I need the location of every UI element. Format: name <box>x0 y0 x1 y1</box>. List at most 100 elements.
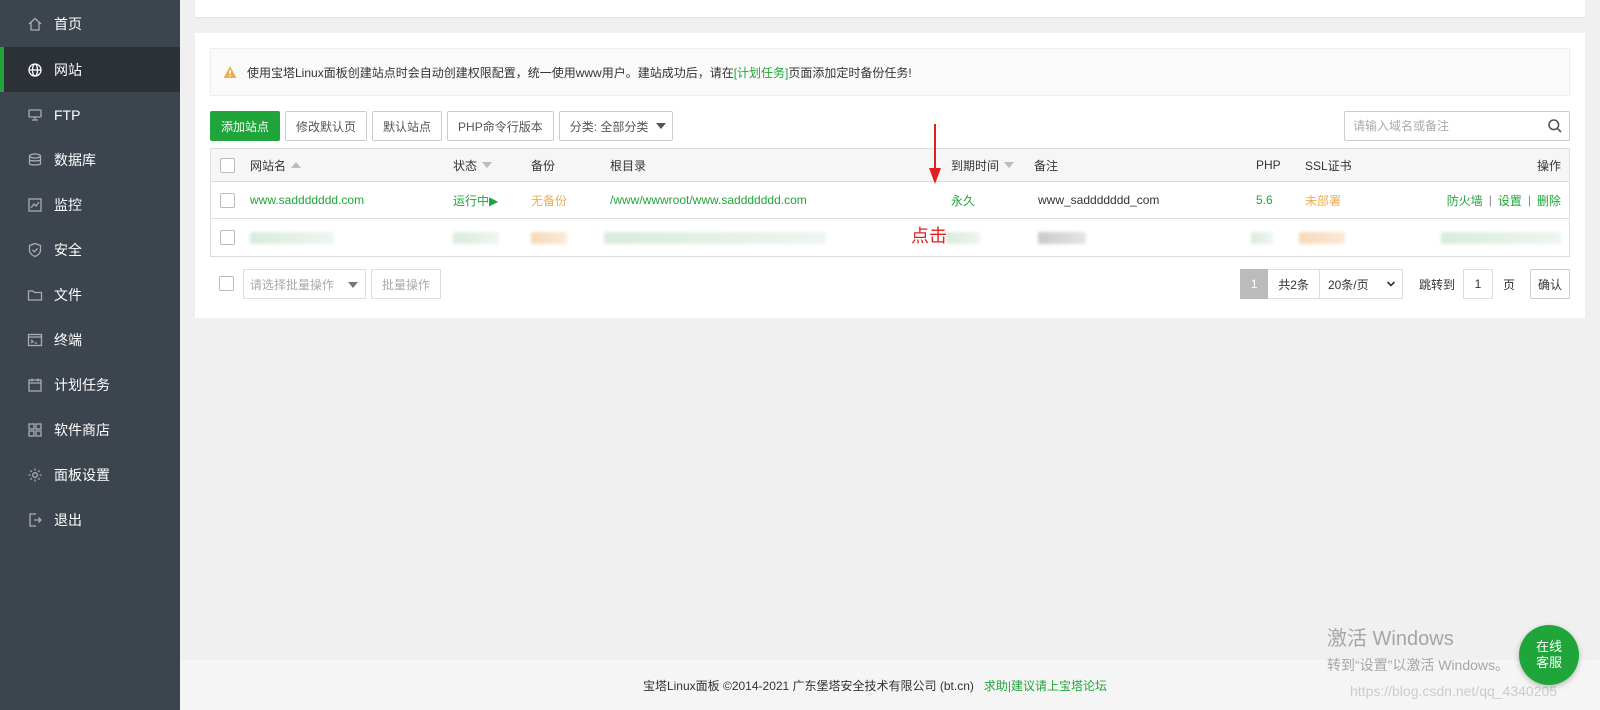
sidebar-item-ftp[interactable]: FTP <box>0 92 180 137</box>
sidebar-item-settings[interactable]: 面板设置 <box>0 452 180 497</box>
edit-default-page-button[interactable]: 修改默认页 <box>285 111 368 141</box>
search-input[interactable] <box>1345 113 1541 139</box>
root-dir-link[interactable]: /www/wwwroot/www.saddddddd.com <box>610 182 807 218</box>
table-row-blurred <box>211 219 1569 256</box>
sidebar-item-label: 计划任务 <box>54 376 110 393</box>
logout-icon <box>27 512 43 528</box>
ssl-link[interactable]: 未部署 <box>1305 182 1341 218</box>
sidebar-item-files[interactable]: 文件 <box>0 272 180 317</box>
info-alert: 使用宝塔Linux面板创建站点时会自动创建权限配置，统一使用www用户。建站成功… <box>210 48 1570 96</box>
annotation-arrow-icon <box>929 124 941 184</box>
service-line1: 在线 <box>1535 639 1562 654</box>
sidebar-item-logout[interactable]: 退出 <box>0 497 180 542</box>
forum-link[interactable]: 求助|建议请上宝塔论坛 <box>984 677 1107 694</box>
online-service-button[interactable]: 在线 客服 <box>1519 625 1579 685</box>
sidebar-item-label: 数据库 <box>54 151 96 168</box>
home-icon <box>27 16 43 32</box>
header-site-name[interactable]: 网站名 <box>250 149 302 181</box>
per-page-select[interactable]: 20条/页 <box>1319 269 1403 299</box>
settings-link[interactable]: 设置 <box>1498 192 1522 209</box>
header-status[interactable]: 状态 <box>453 149 493 181</box>
sidebar-item-terminal[interactable]: 终端 <box>0 317 180 362</box>
confirm-jump-button[interactable]: 确认 <box>1529 269 1570 299</box>
search-icon[interactable] <box>1541 112 1569 140</box>
monitor-icon <box>27 197 43 213</box>
windows-activation-watermark: 激活 Windows 转到“设置”以激活 Windows。 <box>1327 622 1509 675</box>
category-select[interactable]: 分类: 全部分类 <box>558 111 674 141</box>
sidebar-item-monitor[interactable]: 监控 <box>0 182 180 227</box>
gear-icon <box>27 467 43 483</box>
page-unit-label: 页 <box>1502 277 1515 292</box>
delete-link[interactable]: 删除 <box>1537 192 1561 209</box>
backup-link[interactable]: 无备份 <box>531 182 567 218</box>
watermark-line2: 转到“设置”以激活 Windows。 <box>1327 657 1510 673</box>
batch-operation-button[interactable]: 批量操作 <box>371 269 442 299</box>
sidebar-item-store[interactable]: 软件商店 <box>0 407 180 452</box>
sidebar: 首页 网站 FTP 数据库 监控 安全 文件 终端 计划任务 软件商店 面板设置… <box>0 0 180 710</box>
blurred-ops <box>1441 231 1561 244</box>
shield-icon <box>27 242 43 258</box>
sidebar-item-security[interactable]: 安全 <box>0 227 180 272</box>
row-checkbox[interactable] <box>220 230 235 245</box>
jump-page-input[interactable]: 1 <box>1462 269 1493 299</box>
sidebar-item-label: 网站 <box>54 61 82 78</box>
caret-down-icon <box>656 123 667 129</box>
current-page[interactable]: 1 <box>1240 269 1269 299</box>
globe-icon <box>27 62 43 78</box>
sidebar-item-label: 面板设置 <box>54 466 110 483</box>
sidebar-item-label: 退出 <box>54 511 82 528</box>
header-site-name-label: 网站名 <box>250 158 287 173</box>
php-version-link[interactable]: 5.6 <box>1256 182 1273 218</box>
header-expire[interactable]: 到期时间 <box>951 149 1015 181</box>
bottom-bar: 请选择批量操作 批量操作 1 共2条 20条/页 跳转到 1 页 确认 <box>210 269 1570 299</box>
folder-icon <box>27 287 43 303</box>
default-site-button[interactable]: 默认站点 <box>372 111 443 141</box>
select-all-checkbox[interactable] <box>220 157 235 173</box>
header-expire-label: 到期时间 <box>951 158 1000 173</box>
row-checkbox[interactable] <box>220 192 235 208</box>
sidebar-item-label: 首页 <box>54 15 82 32</box>
php-cli-version-button[interactable]: PHP命令行版本 <box>447 111 554 141</box>
ops-separator: | <box>1527 193 1531 207</box>
header-note: 备注 <box>1034 158 1059 173</box>
watermark-line1: 激活 Windows <box>1327 628 1454 650</box>
blurred-note <box>1038 231 1086 244</box>
top-card <box>195 0 1585 18</box>
jump-label: 跳转到 <box>1418 277 1455 292</box>
header-ssl: SSL证书 <box>1305 158 1352 173</box>
batch-select-all-checkbox[interactable] <box>219 276 234 291</box>
sort-asc-icon <box>291 162 302 168</box>
sidebar-item-home[interactable]: 首页 <box>0 0 180 47</box>
row-ops: 防火墙 | 设置 | 删除 <box>1447 182 1561 218</box>
warning-icon <box>223 66 237 78</box>
sidebar-item-label: 终端 <box>54 331 82 348</box>
blurred-root-dir <box>604 231 826 244</box>
chevron-down-icon <box>1386 281 1396 287</box>
sidebar-item-database[interactable]: 数据库 <box>0 137 180 182</box>
header-ops: 操作 <box>1536 158 1561 173</box>
service-line2: 客服 <box>1535 655 1562 670</box>
calendar-icon <box>27 377 43 393</box>
cron-link[interactable]: [计划任务] <box>734 64 789 81</box>
sort-desc-icon <box>1004 162 1015 168</box>
sidebar-item-label: FTP <box>54 106 81 123</box>
main-content: 使用宝塔Linux面板创建站点时会自动创建权限配置，统一使用www用户。建站成功… <box>180 0 1600 710</box>
add-site-button[interactable]: 添加站点 <box>210 111 281 141</box>
sidebar-item-website[interactable]: 网站 <box>0 47 180 92</box>
blurred-status <box>453 231 499 244</box>
firewall-link[interactable]: 防火墙 <box>1447 192 1483 209</box>
footer-copyright: 宝塔Linux面板 ©2014-2021 广东堡塔安全技术有限公司 (bt.cn… <box>642 678 974 693</box>
expire-link[interactable]: 永久 <box>951 182 975 218</box>
note-field[interactable]: www_saddddddd_com <box>1038 182 1159 218</box>
annotation-text: 点击 <box>911 226 947 246</box>
batch-operation-select[interactable]: 请选择批量操作 <box>243 269 366 299</box>
status-toggle[interactable]: 运行中▶ <box>453 182 498 218</box>
sidebar-item-cron[interactable]: 计划任务 <box>0 362 180 407</box>
sidebar-item-label: 文件 <box>54 286 82 303</box>
terminal-icon <box>27 332 43 348</box>
alert-text: 使用宝塔Linux面板创建站点时会自动创建权限配置，统一使用www用户。建站成功… <box>247 65 734 80</box>
sort-desc-icon <box>482 162 493 168</box>
site-name-link[interactable]: www.saddddddd.com <box>250 182 364 218</box>
table-header: 网站名 状态 备份 根目录 到期时间 备注 PHP SSL证书 操作 <box>211 149 1569 182</box>
toolbar: 添加站点 修改默认页 默认站点 PHP命令行版本 分类: 全部分类 <box>210 111 674 141</box>
